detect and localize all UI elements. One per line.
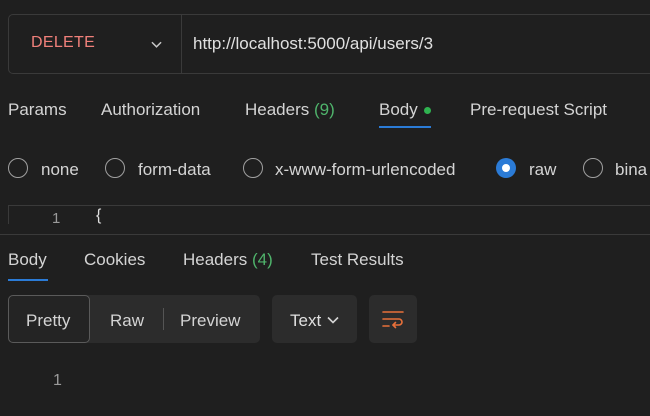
radio-urlencoded[interactable]	[243, 158, 263, 178]
request-bar: DELETE http://localhost:5000/api/users/3	[8, 14, 650, 74]
tab-body-label: Body	[379, 100, 418, 119]
response-tab-headers-label: Headers	[183, 250, 248, 269]
response-active-tab-indicator	[8, 279, 48, 281]
chevron-down-icon	[151, 41, 162, 48]
response-line-number: 1	[53, 372, 62, 389]
response-tab-test-results[interactable]: Test Results	[311, 250, 404, 270]
format-select-label: Text	[290, 311, 322, 330]
method-label: DELETE	[31, 34, 96, 51]
url-input[interactable]: http://localhost:5000/api/users/3	[193, 34, 433, 54]
wrap-lines-icon	[382, 311, 404, 329]
tab-prerequest-script[interactable]: Pre-request Script	[470, 100, 607, 120]
tab-authorization[interactable]: Authorization	[101, 100, 200, 120]
view-raw-button[interactable]: Raw	[110, 311, 144, 331]
radio-none-label: none	[41, 160, 79, 179]
method-select[interactable]: DELETE	[9, 15, 182, 73]
chevron-down-icon	[327, 316, 339, 324]
radio-raw-label: raw	[529, 160, 557, 179]
response-tab-cookies[interactable]: Cookies	[84, 250, 145, 270]
radio-form-data[interactable]	[105, 158, 125, 178]
view-preview-button[interactable]: Preview	[180, 311, 240, 331]
tab-headers[interactable]: Headers (9)	[245, 100, 335, 120]
tab-headers-label: Headers	[245, 100, 310, 119]
response-tab-body[interactable]: Body	[8, 250, 47, 270]
radio-form-data-label: form-data	[138, 160, 211, 179]
body-modified-dot	[423, 107, 431, 115]
response-headers-count-badge: (4)	[252, 250, 273, 269]
pane-divider[interactable]	[0, 234, 650, 235]
radio-binary[interactable]	[583, 158, 603, 178]
headers-count-badge: (9)	[314, 100, 335, 119]
radio-urlencoded-label: x-www-form-urlencoded	[275, 160, 456, 179]
view-pretty-label: Pretty	[26, 311, 71, 330]
toggle-divider	[163, 308, 164, 330]
response-tab-headers[interactable]: Headers (4)	[183, 250, 273, 270]
request-body-editor[interactable]	[8, 205, 650, 224]
active-tab-indicator	[379, 126, 431, 128]
editor-content[interactable]: {	[96, 207, 101, 225]
line-number: 1	[52, 210, 61, 227]
radio-none[interactable]	[8, 158, 28, 178]
tab-params[interactable]: Params	[8, 100, 67, 120]
radio-binary-label: bina	[615, 160, 648, 179]
radio-raw[interactable]	[496, 158, 516, 178]
tab-body[interactable]: Body	[379, 100, 431, 120]
